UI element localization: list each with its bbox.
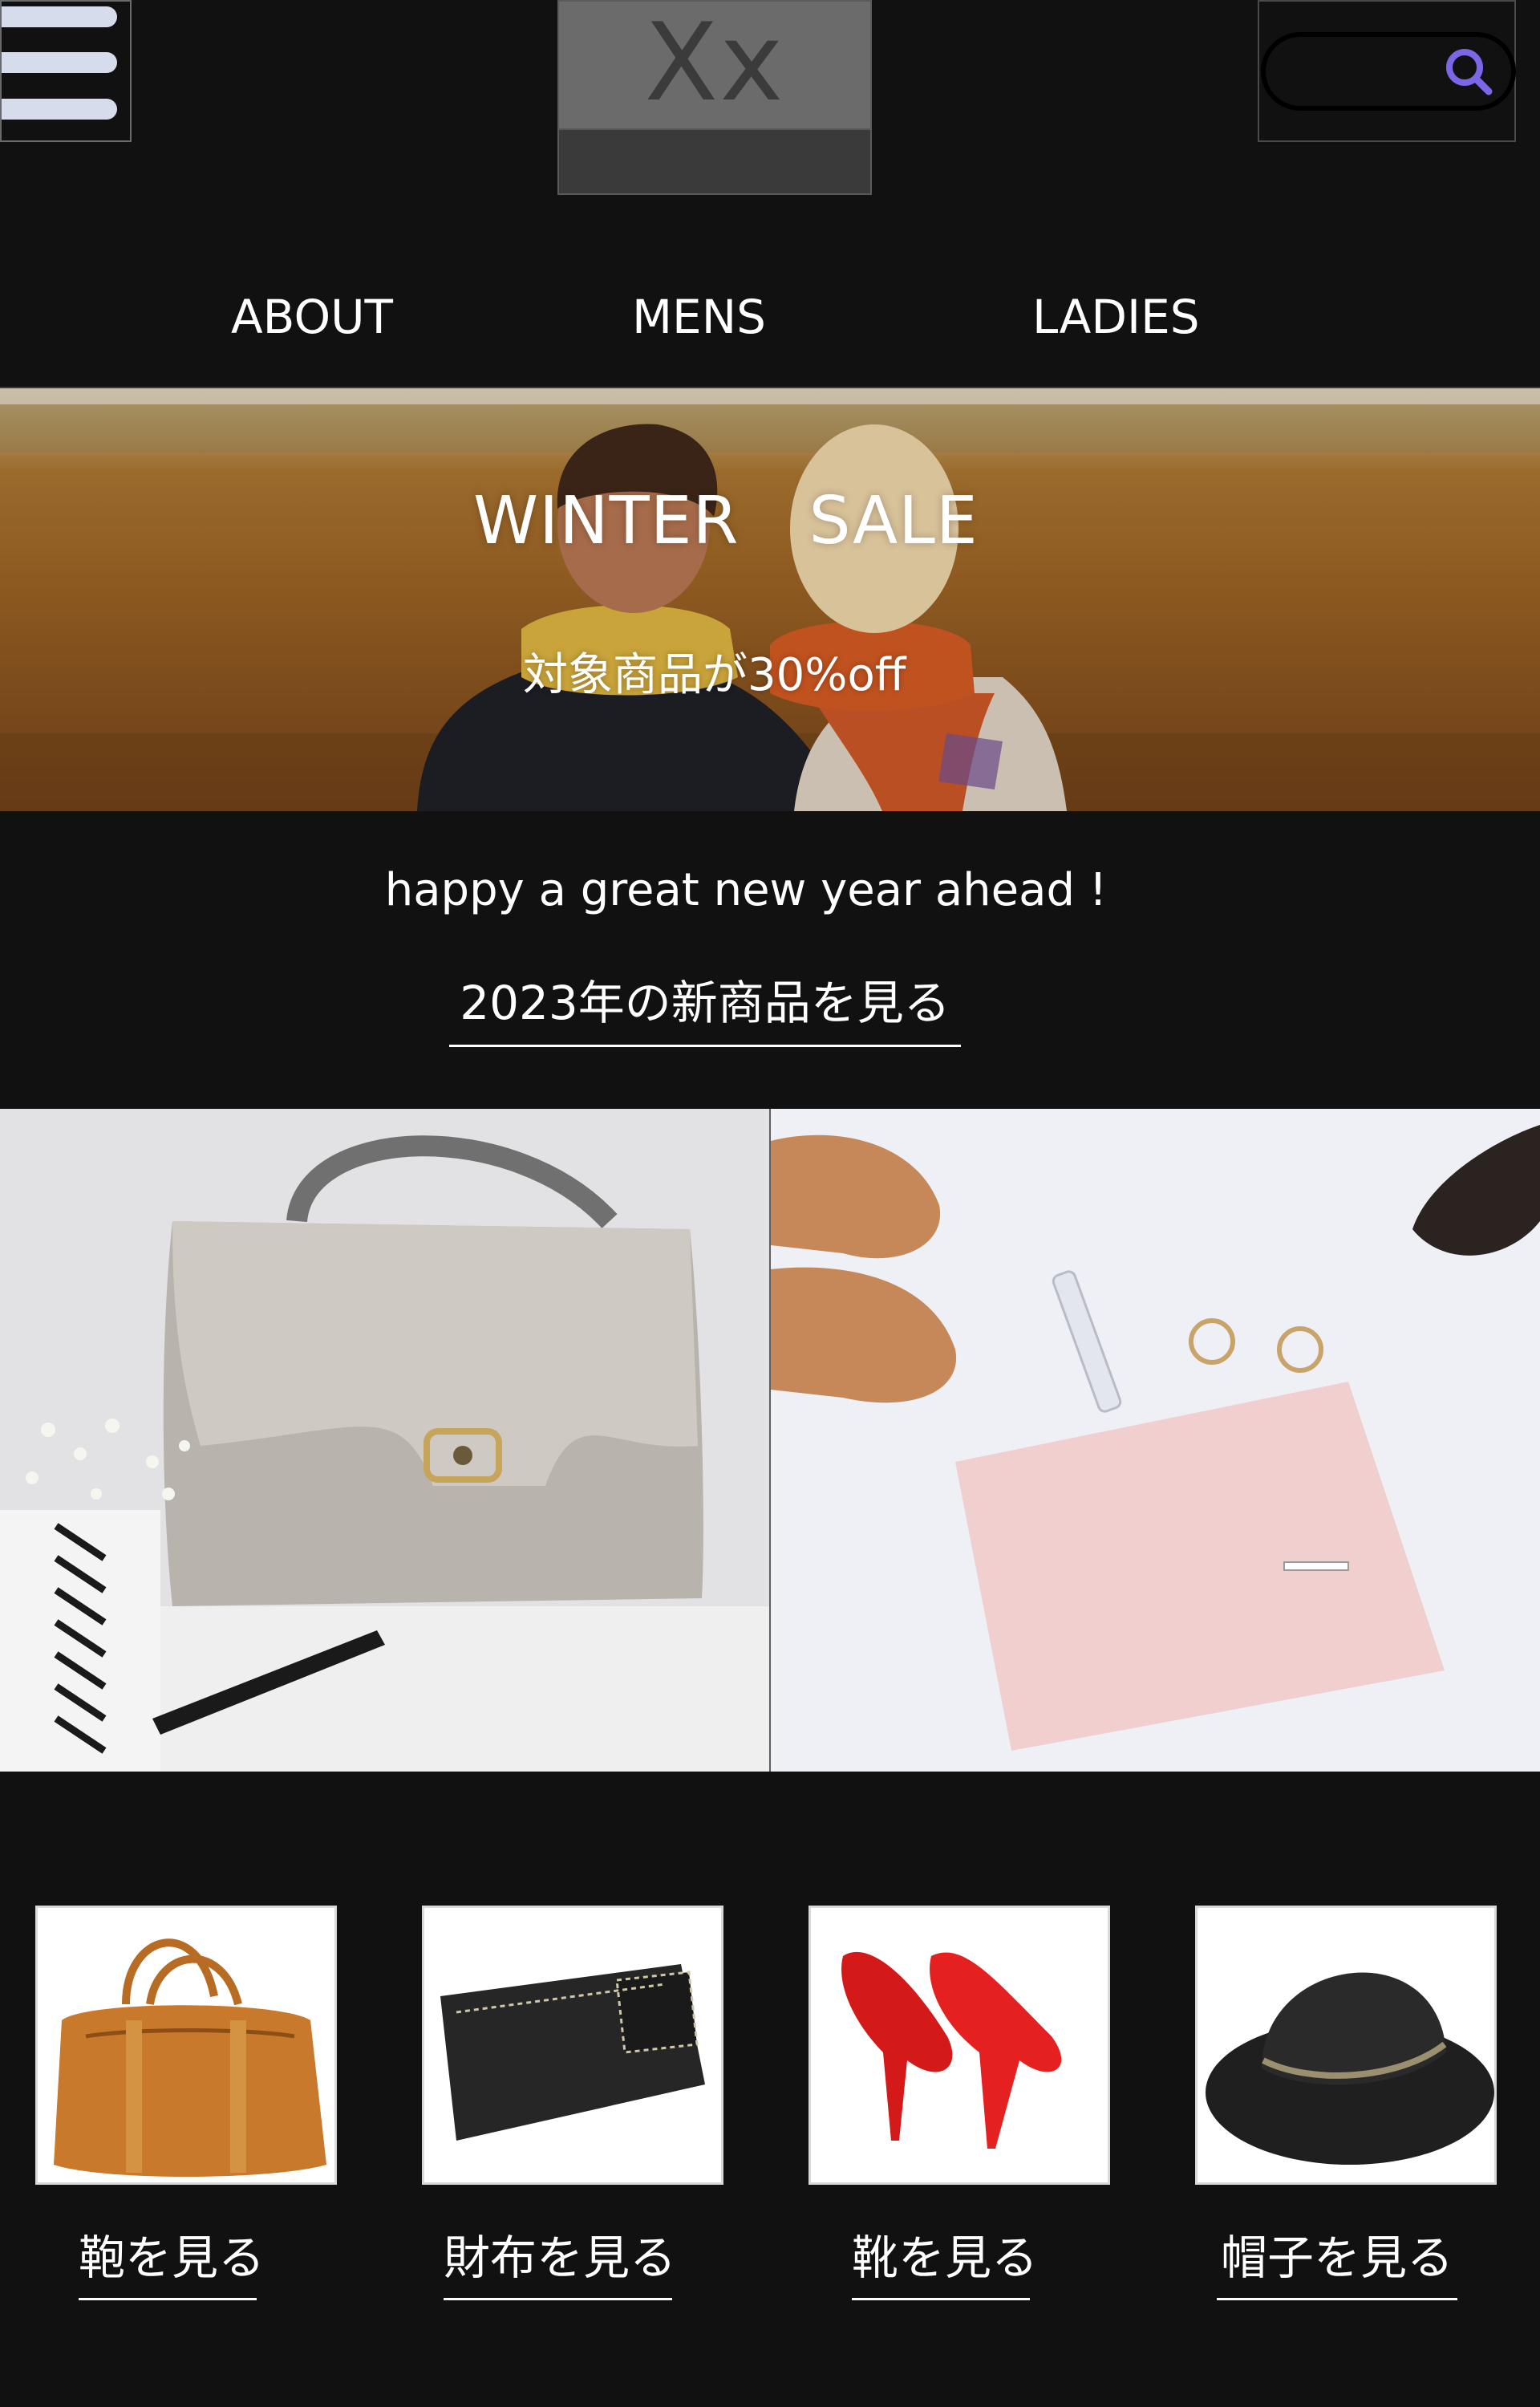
feature-image-accessories[interactable] <box>771 1109 1540 1772</box>
bag-icon <box>54 1938 326 2177</box>
category-card-wallet[interactable] <box>422 1906 723 2185</box>
hero-subtitle: 対象商品が30%off <box>523 649 906 701</box>
new-items-link[interactable]: 2023年の新商品を見る <box>449 967 961 1047</box>
category-card-bag[interactable] <box>35 1906 337 2185</box>
handbag-photo <box>0 1109 770 1772</box>
wallet-icon <box>440 1964 705 2141</box>
search-icon[interactable] <box>1442 45 1495 98</box>
page: Xx ABOUT MENS LADIES WINTER SALE 対象商品が30… <box>0 0 1540 2407</box>
category-link-hat[interactable]: 帽子を見る <box>1217 2226 1457 2300</box>
menu-bar-icon <box>2 99 117 120</box>
feature-image-handbag[interactable] <box>0 1109 770 1772</box>
category-card-hat[interactable] <box>1195 1906 1497 2185</box>
category-link-shoes[interactable]: 靴を見る <box>852 2226 1038 2300</box>
site-logo[interactable]: Xx <box>557 0 872 195</box>
accessories-photo <box>771 1109 1540 1772</box>
logo-text: Xx <box>644 0 785 125</box>
menu-bar-icon <box>2 6 117 27</box>
hero-banner[interactable]: WINTER SALE 対象商品が30%off <box>0 388 1540 811</box>
tagline: happy a great new year ahead ! <box>384 864 1108 916</box>
category-card-shoes[interactable] <box>808 1906 1110 2185</box>
category-link-bag[interactable]: 鞄を見る <box>79 2226 265 2300</box>
hamburger-menu-button[interactable] <box>0 0 132 142</box>
hero-couple-image <box>0 404 1540 811</box>
nav-item-mens[interactable]: MENS <box>632 289 766 345</box>
category-link-wallet[interactable]: 財布を見る <box>444 2226 676 2300</box>
logo-panel: Xx <box>559 2 870 130</box>
hero-title: WINTER SALE <box>473 483 979 559</box>
nav-item-about[interactable]: ABOUT <box>231 289 393 345</box>
hat-icon <box>1206 1972 1494 2165</box>
search-area <box>1258 0 1516 142</box>
shoes-icon <box>841 1951 1062 2149</box>
menu-bar-icon <box>2 52 117 73</box>
nav-item-ladies[interactable]: LADIES <box>1032 289 1200 345</box>
